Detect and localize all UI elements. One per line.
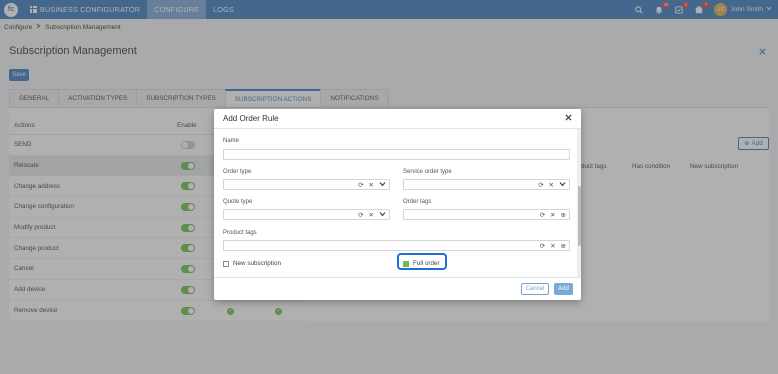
name-label: Name xyxy=(223,138,240,144)
clear-icon[interactable]: ✕ xyxy=(549,181,554,189)
product-tags-select[interactable]: ⟳ ✕ ⊕ xyxy=(223,240,570,251)
new-subscription-checkbox[interactable]: New subscription xyxy=(223,260,281,267)
refresh-icon[interactable]: ⟳ xyxy=(540,242,545,250)
refresh-icon[interactable]: ⟳ xyxy=(358,181,363,189)
close-icon[interactable] xyxy=(565,113,572,124)
order-type-select[interactable]: ⟳ ✕ xyxy=(223,179,390,190)
dialog-header: Add Order Rule xyxy=(214,109,581,129)
checkbox-unchecked[interactable] xyxy=(223,260,229,267)
chevron-down-icon[interactable] xyxy=(379,181,386,189)
add-circle-icon[interactable]: ⊕ xyxy=(561,211,566,219)
chevron-down-icon[interactable] xyxy=(379,211,386,219)
scrollbar[interactable] xyxy=(577,129,581,277)
refresh-icon[interactable]: ⟳ xyxy=(538,181,543,189)
clear-icon[interactable]: ✕ xyxy=(550,211,555,219)
clear-icon[interactable]: ✕ xyxy=(550,242,555,250)
cancel-button[interactable]: Cancel xyxy=(521,283,549,295)
clear-icon[interactable]: ✕ xyxy=(369,211,374,219)
focus-highlight xyxy=(397,253,447,270)
refresh-icon[interactable]: ⟳ xyxy=(540,211,545,219)
order-tags-label: Order tags xyxy=(403,199,432,205)
quote-type-select[interactable]: ⟳ ✕ xyxy=(223,209,390,220)
quote-type-label: Quote type xyxy=(223,199,253,205)
service-order-type-label: Service order type xyxy=(403,169,452,175)
new-subscription-label: New subscription xyxy=(233,260,281,267)
order-tags-select[interactable]: ⟳ ✕ ⊕ xyxy=(403,209,570,220)
refresh-icon[interactable]: ⟳ xyxy=(358,211,363,219)
chevron-down-icon[interactable] xyxy=(559,181,566,189)
dialog-footer: Cancel Add xyxy=(214,277,581,300)
dialog-title: Add Order Rule xyxy=(223,114,279,123)
add-order-rule-dialog: Add Order Rule Name Order type ⟳ ✕ Servi… xyxy=(214,109,581,300)
clear-icon[interactable]: ✕ xyxy=(369,181,374,189)
product-tags-label: Product tags xyxy=(223,230,257,236)
service-order-type-select[interactable]: ⟳ ✕ xyxy=(403,179,570,190)
add-button[interactable]: Add xyxy=(554,283,573,295)
name-field[interactable] xyxy=(223,149,570,160)
order-type-label: Order type xyxy=(223,169,252,175)
add-circle-icon[interactable]: ⊕ xyxy=(561,242,566,250)
